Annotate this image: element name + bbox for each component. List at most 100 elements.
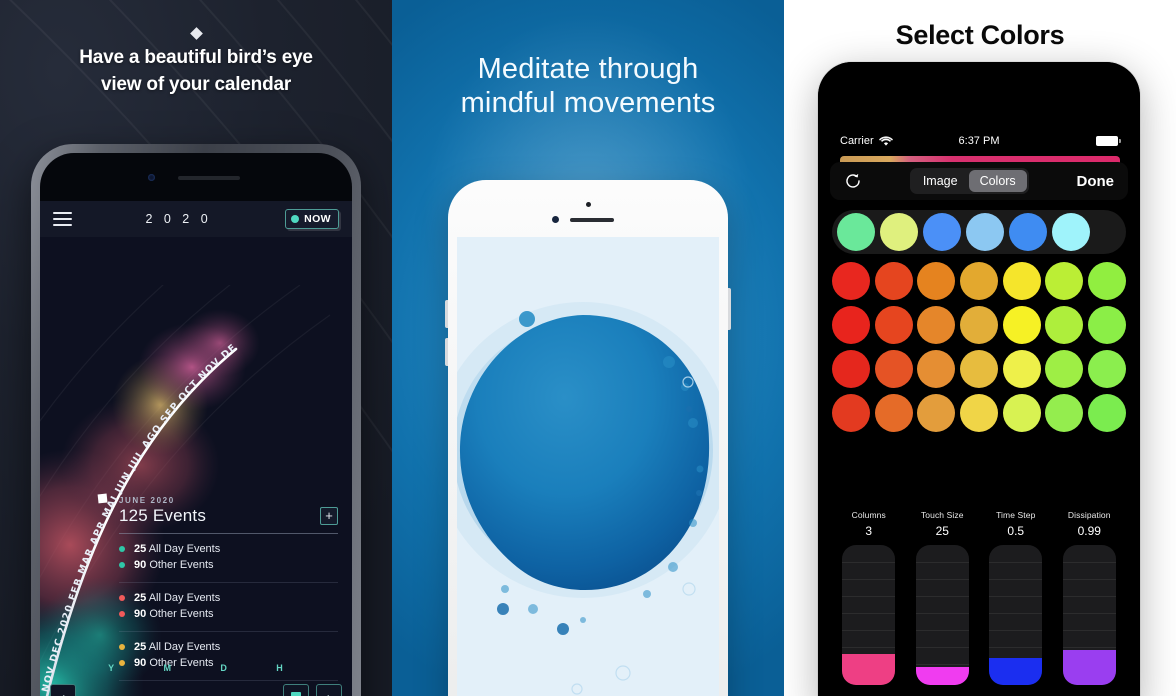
color-swatch[interactable] xyxy=(1002,262,1041,300)
color-swatch[interactable] xyxy=(1045,350,1084,388)
panel-meditate: Meditate through mindful movements xyxy=(392,0,784,696)
headline-line-1: Meditate through xyxy=(477,53,699,85)
slider-touch-size: Touch Size 25 xyxy=(911,510,973,685)
list-item[interactable]: 25 All Day Events xyxy=(119,543,338,555)
battery-icon xyxy=(1096,136,1121,146)
volume-up-button[interactable] xyxy=(445,300,448,328)
time-scale-selector: Y M D H xyxy=(40,663,352,673)
status-bar: Carrier 6:37 PM xyxy=(818,132,1140,150)
now-button[interactable]: NOW xyxy=(285,209,339,229)
earpiece-speaker xyxy=(570,218,614,222)
list-item[interactable]: 25 All Day Events xyxy=(119,592,338,604)
color-swatch[interactable] xyxy=(1045,306,1084,344)
color-swatch[interactable] xyxy=(832,306,870,344)
color-swatch[interactable] xyxy=(1045,394,1084,432)
color-swatch[interactable] xyxy=(1002,306,1041,344)
slider-track[interactable] xyxy=(989,545,1043,685)
scale-option-d[interactable]: D xyxy=(220,663,228,673)
headline-line-2: mindful movements xyxy=(460,87,716,120)
headline-line-2: view of your calendar xyxy=(100,73,292,95)
palette-row xyxy=(832,394,1126,432)
selected-swatch[interactable] xyxy=(837,213,875,251)
list-item[interactable]: 90 Other Events xyxy=(119,559,338,571)
slider-label: Columns xyxy=(851,510,886,520)
palette-row xyxy=(832,262,1126,300)
calendar-navbar: 2 0 2 0 NOW xyxy=(40,201,352,237)
color-swatch[interactable] xyxy=(1002,394,1041,432)
phone-mockup-black: Carrier 6:37 PM Image Colors Done Column… xyxy=(818,62,1140,696)
scale-option-m[interactable]: M xyxy=(164,663,173,673)
page-title: Select Colors xyxy=(895,20,1065,50)
event-color-dot xyxy=(119,595,125,601)
color-swatch[interactable] xyxy=(832,262,870,300)
refresh-icon[interactable] xyxy=(844,172,862,190)
add-event-button[interactable]: + xyxy=(320,507,338,525)
slider-fill xyxy=(842,654,896,685)
volume-down-button[interactable] xyxy=(445,338,448,366)
timeline-navigation: ‹ › xyxy=(40,683,352,696)
phone-mockup-white xyxy=(445,180,731,696)
color-swatch[interactable] xyxy=(1087,306,1126,344)
power-button[interactable] xyxy=(728,288,731,330)
color-swatch[interactable] xyxy=(959,394,998,432)
slider-fill xyxy=(1062,650,1116,685)
page-title: 2 0 2 0 xyxy=(145,212,212,226)
divider xyxy=(119,533,338,534)
palette-row xyxy=(832,306,1126,344)
timeline-slider-handle[interactable] xyxy=(283,683,309,696)
selected-swatch[interactable] xyxy=(1009,213,1047,251)
calendar-footer-controls: Y M D H ‹ › xyxy=(40,663,352,696)
event-label: 25 All Day Events xyxy=(134,592,221,604)
slider-track[interactable] xyxy=(915,545,969,685)
scale-option-y[interactable]: Y xyxy=(108,663,115,673)
slider-ticks xyxy=(915,545,969,685)
color-swatch[interactable] xyxy=(832,350,870,388)
color-swatch[interactable] xyxy=(874,394,913,432)
selected-colors-row xyxy=(832,210,1126,254)
color-swatch[interactable] xyxy=(917,262,956,300)
color-swatch[interactable] xyxy=(959,262,998,300)
color-swatch[interactable] xyxy=(1002,350,1041,388)
segment-image[interactable]: Image xyxy=(912,170,969,192)
color-swatch[interactable] xyxy=(1045,262,1084,300)
color-swatch[interactable] xyxy=(1087,394,1126,432)
event-label: 25 All Day Events xyxy=(134,543,221,555)
scale-option-h[interactable]: H xyxy=(276,663,284,673)
colors-toolbar: Image Colors Done xyxy=(830,162,1128,200)
next-button[interactable]: › xyxy=(316,684,342,696)
color-swatch[interactable] xyxy=(959,350,998,388)
list-item[interactable]: 90 Other Events xyxy=(119,608,338,620)
now-indicator-dot xyxy=(291,215,300,223)
list-item[interactable]: 25 All Day Events xyxy=(119,641,338,653)
calendar-app-screen: 2 0 2 0 NOW NOV DEC 2020 FEB MAR APR MAI… xyxy=(40,201,352,696)
selected-swatch[interactable] xyxy=(923,213,961,251)
segmented-control: Image Colors xyxy=(909,168,1029,194)
slider-track[interactable] xyxy=(1062,545,1116,685)
color-swatch[interactable] xyxy=(917,394,956,432)
color-swatch[interactable] xyxy=(874,262,913,300)
slider-value: 0.5 xyxy=(1007,524,1025,538)
slider-track[interactable] xyxy=(842,545,896,685)
event-group: 25 All Day Events 90 Other Events xyxy=(119,592,338,632)
color-swatch[interactable] xyxy=(917,350,956,388)
color-swatch[interactable] xyxy=(917,306,956,344)
selected-swatch[interactable] xyxy=(880,213,918,251)
hamburger-icon[interactable] xyxy=(53,212,72,226)
color-swatch[interactable] xyxy=(832,394,870,432)
color-swatch[interactable] xyxy=(1087,350,1126,388)
meditation-app-screen[interactable] xyxy=(457,237,719,696)
selected-swatch[interactable] xyxy=(966,213,1004,251)
selected-swatch[interactable] xyxy=(1052,213,1090,251)
slider-value: 0.99 xyxy=(1077,524,1101,538)
event-count-title: 125 Events xyxy=(119,506,207,525)
color-swatch[interactable] xyxy=(959,306,998,344)
screenshot-stage: Have a beautiful bird’s eye view of your… xyxy=(0,0,1176,696)
slider-dissipation: Dissipation 0.99 xyxy=(1058,510,1120,685)
color-swatch[interactable] xyxy=(874,306,913,344)
color-swatch[interactable] xyxy=(874,350,913,388)
prev-button[interactable]: ‹ xyxy=(50,684,76,696)
color-swatch[interactable] xyxy=(1087,262,1126,300)
segment-colors[interactable]: Colors xyxy=(968,170,1027,192)
event-label: 25 All Day Events xyxy=(134,641,221,653)
done-button[interactable]: Done xyxy=(1077,173,1115,190)
